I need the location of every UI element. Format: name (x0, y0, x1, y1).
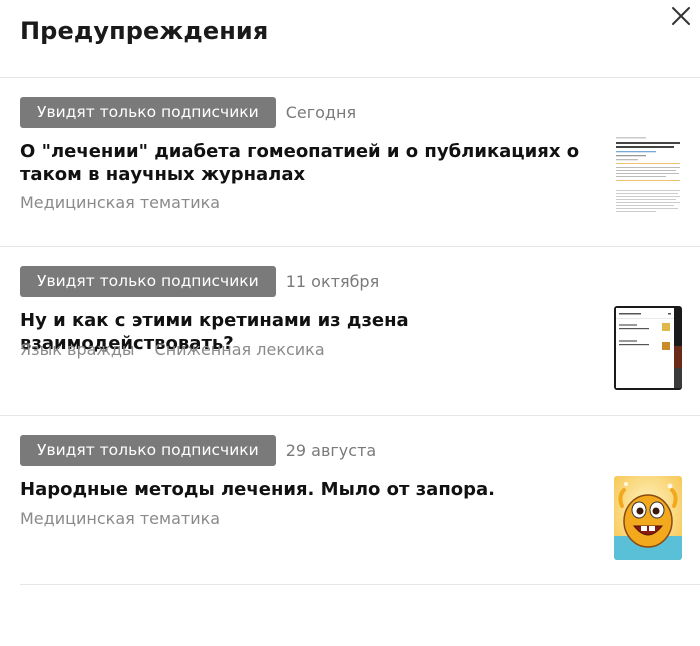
warning-meta: Увидят только подписчики 11 октября (20, 266, 379, 297)
visibility-badge: Увидят только подписчики (20, 97, 276, 128)
warning-date: 11 октября (285, 272, 380, 291)
warning-tag: Язык вражды (20, 340, 135, 359)
screenshot-thumbnail-icon (614, 306, 682, 390)
visibility-badge: Увидят только подписчики (20, 266, 276, 297)
warning-tag: Сниженная лексика (154, 340, 325, 359)
warning-meta: Увидят только подписчики 29 августа (20, 435, 376, 466)
warning-meta: Увидят только подписчики Сегодня (20, 97, 356, 128)
visibility-badge: Увидят только подписчики (20, 435, 276, 466)
post-thumbnail[interactable] (614, 306, 682, 390)
post-title-link[interactable]: О "лечении" диабета гомеопатией и о публ… (20, 140, 590, 186)
warning-item[interactable]: Увидят только подписчики 29 августа Наро… (0, 416, 700, 585)
modal-header: Предупреждения (0, 0, 700, 78)
post-thumbnail[interactable] (614, 476, 682, 560)
warning-date: 29 августа (285, 441, 377, 460)
cartoon-character-thumbnail-icon (614, 476, 682, 560)
close-icon (672, 7, 690, 25)
warning-tag: Медицинская тематика (20, 509, 221, 528)
warning-item[interactable]: Увидят только подписчики 11 октября Ну и… (0, 247, 700, 416)
warning-date: Сегодня (285, 103, 357, 122)
warning-tags: Медицинская тематика (20, 193, 220, 212)
page-title: Предупреждения (20, 17, 269, 45)
warning-tag: Медицинская тематика (20, 193, 221, 212)
warning-tags: Язык вражды Сниженная лексика (20, 340, 325, 359)
article-page-thumbnail-icon (614, 134, 682, 218)
post-title-link[interactable]: Народные методы лечения. Мыло от запора. (20, 478, 590, 501)
list-divider (20, 584, 700, 585)
warning-item[interactable]: Увидят только подписчики Сегодня О "лече… (0, 78, 700, 247)
warning-tags: Медицинская тематика (20, 509, 220, 528)
close-button[interactable] (670, 5, 692, 27)
post-thumbnail[interactable] (614, 134, 682, 218)
